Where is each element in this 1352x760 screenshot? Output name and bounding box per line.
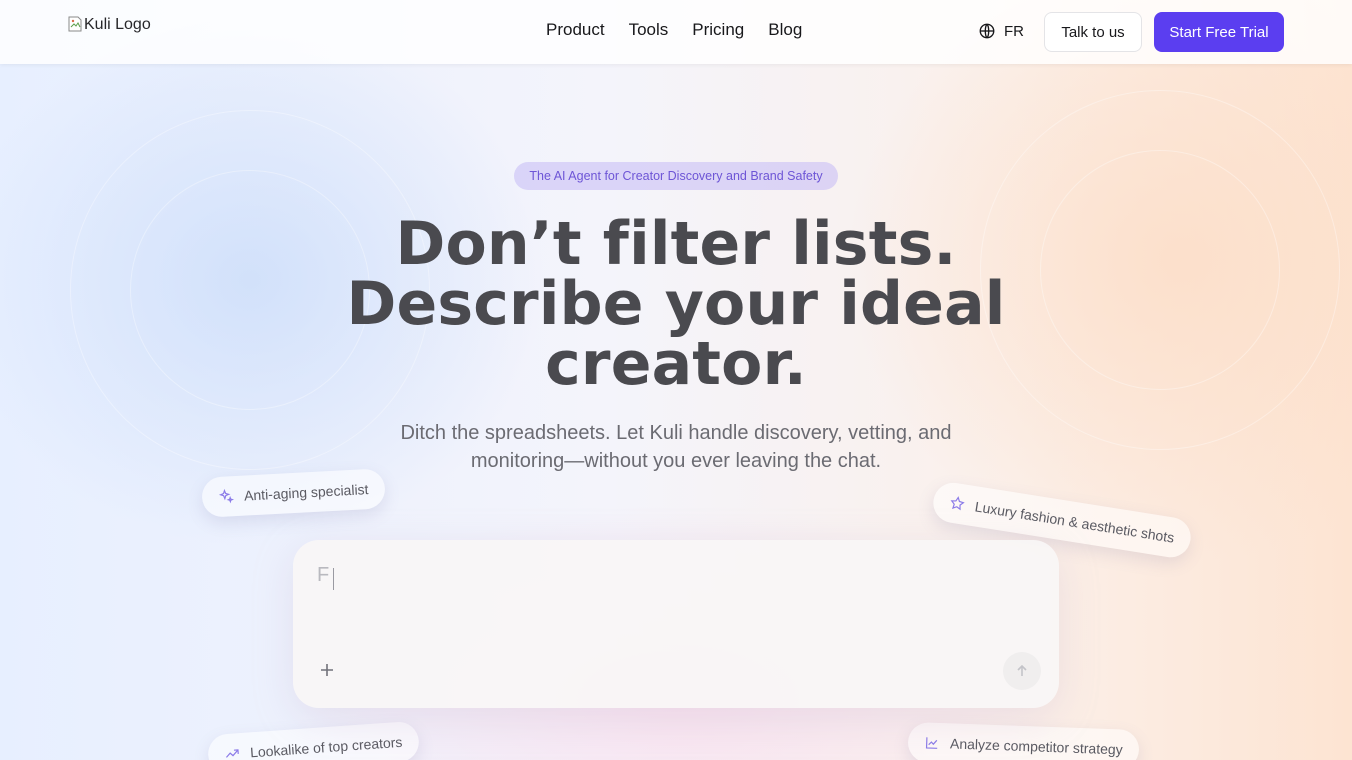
site-header: Kuli Logo Product Tools Pricing Blog FR … xyxy=(0,0,1352,64)
talk-to-us-button[interactable]: Talk to us xyxy=(1044,12,1142,52)
decorative-ring xyxy=(1040,150,1280,390)
headline-line: creator. xyxy=(545,329,807,399)
chip-label: Anti-aging specialist xyxy=(243,481,369,504)
hero-subtitle: Ditch the spreadsheets. Let Kuli handle … xyxy=(356,419,996,475)
trend-icon xyxy=(225,749,239,758)
subtitle-line: Ditch the spreadsheets. Let Kuli handle … xyxy=(400,422,952,444)
nav-blog[interactable]: Blog xyxy=(768,20,802,40)
text-cursor xyxy=(333,568,334,590)
send-button[interactable] xyxy=(1003,652,1041,690)
language-label: FR xyxy=(1004,22,1024,40)
headline-line: Don’t filter lists. xyxy=(395,209,957,279)
globe-icon xyxy=(979,23,995,39)
nav-pricing[interactable]: Pricing xyxy=(692,20,744,40)
hero-badge: The AI Agent for Creator Discovery and B… xyxy=(514,162,838,190)
broken-image-icon xyxy=(68,16,82,32)
language-switcher[interactable]: FR xyxy=(978,22,1024,40)
chart-icon xyxy=(925,737,938,749)
nav-product[interactable]: Product xyxy=(546,20,605,40)
start-free-trial-button[interactable]: Start Free Trial xyxy=(1154,12,1284,52)
logo[interactable]: Kuli Logo xyxy=(68,16,151,34)
sparkle-icon xyxy=(218,488,235,504)
subtitle-line: monitoring—without you ever leaving the … xyxy=(470,450,882,472)
chat-box xyxy=(293,540,1059,708)
logo-alt-text: Kuli Logo xyxy=(84,16,151,33)
hero-headline: Don’t filter lists. Describe your ideal … xyxy=(326,214,1026,394)
chat-input[interactable] xyxy=(317,564,1017,644)
main-nav: Product Tools Pricing Blog xyxy=(546,20,802,40)
star-icon xyxy=(950,496,965,511)
chip-label: Lookalike of top creators xyxy=(249,733,403,760)
chip-label: Analyze competitor strategy xyxy=(949,735,1123,758)
arrow-up-icon xyxy=(1017,664,1027,676)
attach-button[interactable] xyxy=(317,660,337,680)
headline-line: Describe your ideal xyxy=(346,269,1006,339)
nav-tools[interactable]: Tools xyxy=(629,20,669,40)
plus-icon xyxy=(321,664,333,676)
